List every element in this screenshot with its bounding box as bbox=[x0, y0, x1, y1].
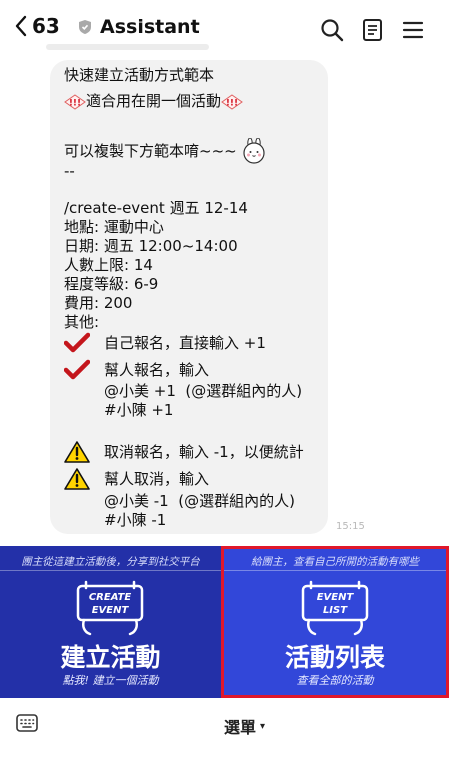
event-list-label: 活動列表 bbox=[284, 643, 385, 672]
rich-menu-hint: 團主從這建立活動後，分享到社交平台 bbox=[21, 556, 200, 568]
svg-text:!!!: !!! bbox=[226, 98, 238, 108]
message-line: 適合用在開一個活動 bbox=[86, 92, 222, 110]
template-line: 日期: 週五 12:00~14:00 bbox=[64, 237, 238, 255]
proxy-signup-examples: @小美 +1 (@選群組內的人) #小陳 +1 bbox=[104, 382, 302, 420]
search-icon[interactable] bbox=[319, 17, 345, 43]
proxy-signup-row: 幫人報名，輸入 bbox=[64, 359, 209, 381]
chat-header: 63 Assistant bbox=[0, 0, 449, 58]
create-event-label: 建立活動 bbox=[60, 643, 161, 672]
warning-icon bbox=[64, 441, 90, 463]
chat-area[interactable]: 快速建立活動方式範本 !!! 適合用在開一個活動 !!! 可以複製下方範本唷~~… bbox=[0, 58, 449, 546]
self-signup-row: 自己報名，直接輸入 +1 bbox=[64, 332, 266, 354]
template-line: 費用: 200 bbox=[64, 294, 133, 312]
sign-text-line-2: LIST bbox=[323, 605, 348, 616]
check-mark-icon bbox=[64, 332, 90, 353]
cancel-row: 取消報名，輸入 -1，以便統計 bbox=[64, 441, 304, 463]
proxy-cancel-examples: @小美 -1 (@選群組內的人) #小陳 -1 bbox=[104, 492, 295, 530]
bottom-bar: 選單 ▾ bbox=[0, 698, 449, 768]
rich-menu-toggle[interactable]: 選單 ▾ bbox=[224, 714, 265, 738]
message-line: 取消報名，輸入 -1，以便統計 bbox=[104, 442, 304, 461]
rich-menu-hint: 給團主，查看自己所開的活動有哪些 bbox=[251, 556, 419, 568]
message-line: 幫人取消，輸入 bbox=[104, 469, 210, 488]
sign-text-line-1: CREATE bbox=[89, 592, 131, 603]
event-list-sublabel: 查看全部的活動 bbox=[296, 674, 374, 687]
message-badge-line: !!! 適合用在開一個活動 !!! bbox=[64, 92, 243, 111]
exclamation-badge-icon: !!! bbox=[221, 93, 243, 110]
divider bbox=[0, 570, 221, 571]
event-list-button[interactable]: 給團主，查看自己所開的活動有哪些 EVENT LIST 活動列表 查看全部的活動 bbox=[221, 546, 449, 698]
message-timestamp: 15:15 bbox=[336, 521, 365, 532]
message-header-text: 快速建立活動方式範本 bbox=[64, 66, 214, 85]
message-line: 幫人報名，輸入 bbox=[104, 360, 210, 379]
rabbit-sticker-icon bbox=[243, 138, 265, 164]
template-line: 人數上限: 14 bbox=[64, 256, 153, 274]
caret-down-icon: ▾ bbox=[260, 720, 266, 732]
menu-label: 選單 bbox=[224, 718, 257, 737]
message-line: @小美 -1 (@選群組內的人) bbox=[104, 492, 295, 510]
sign-text-line-1: EVENT bbox=[317, 592, 355, 603]
message-line: 快速建立活動方式範本 bbox=[64, 66, 215, 84]
template-block: /create-event 週五 12-14 地點: 運動中心 日期: 週五 1… bbox=[64, 199, 248, 332]
chevron-left-icon bbox=[15, 15, 27, 37]
chat-title: Assistant bbox=[100, 16, 200, 38]
message-line: -- bbox=[64, 162, 75, 180]
header-divider bbox=[46, 44, 209, 50]
template-line: 程度等級: 6-9 bbox=[64, 275, 159, 293]
warning-icon bbox=[64, 468, 90, 490]
template-line: 其他: bbox=[64, 313, 100, 331]
message-line: #小陳 +1 bbox=[104, 401, 174, 419]
hamburger-menu-icon[interactable] bbox=[400, 17, 426, 43]
rich-menu: 團主從這建立活動後，分享到社交平台 CREATE EVENT 建立活動 點我! … bbox=[0, 546, 449, 698]
event-list-sign-icon: EVENT LIST bbox=[301, 580, 369, 636]
chat-title-group[interactable]: Assistant bbox=[78, 16, 200, 38]
notes-icon[interactable] bbox=[360, 17, 386, 43]
message-line: #小陳 -1 bbox=[104, 511, 167, 529]
check-mark-icon bbox=[64, 359, 90, 380]
keyboard-icon[interactable] bbox=[16, 714, 38, 732]
separator-line: -- bbox=[64, 162, 75, 181]
divider bbox=[224, 570, 446, 571]
message-line: 自己報名，直接輸入 +1 bbox=[104, 333, 266, 352]
proxy-cancel-row: 幫人取消，輸入 bbox=[64, 468, 209, 490]
back-button[interactable]: 63 bbox=[14, 14, 60, 38]
template-line: /create-event 週五 12-14 bbox=[64, 199, 248, 217]
copy-hint-line: 可以複製下方範本唷~~~ bbox=[64, 138, 267, 164]
create-event-button[interactable]: 團主從這建立活動後，分享到社交平台 CREATE EVENT 建立活動 點我! … bbox=[0, 546, 221, 698]
svg-text:!!!: !!! bbox=[69, 98, 81, 108]
create-event-sign-icon: CREATE EVENT bbox=[76, 580, 144, 636]
sign-text-line-2: EVENT bbox=[92, 605, 130, 616]
exclamation-badge-icon: !!! bbox=[64, 93, 86, 110]
shield-icon bbox=[79, 20, 91, 34]
template-line: 地點: 運動中心 bbox=[64, 218, 164, 236]
message-line: @小美 +1 (@選群組內的人) bbox=[104, 382, 303, 400]
message-line: 可以複製下方範本唷~~~ bbox=[64, 141, 237, 160]
message-bubble[interactable]: 快速建立活動方式範本 !!! 適合用在開一個活動 !!! 可以複製下方範本唷~~… bbox=[50, 60, 328, 534]
unread-count: 63 bbox=[32, 14, 60, 38]
create-event-sublabel: 點我! 建立一個活動 bbox=[62, 674, 159, 687]
